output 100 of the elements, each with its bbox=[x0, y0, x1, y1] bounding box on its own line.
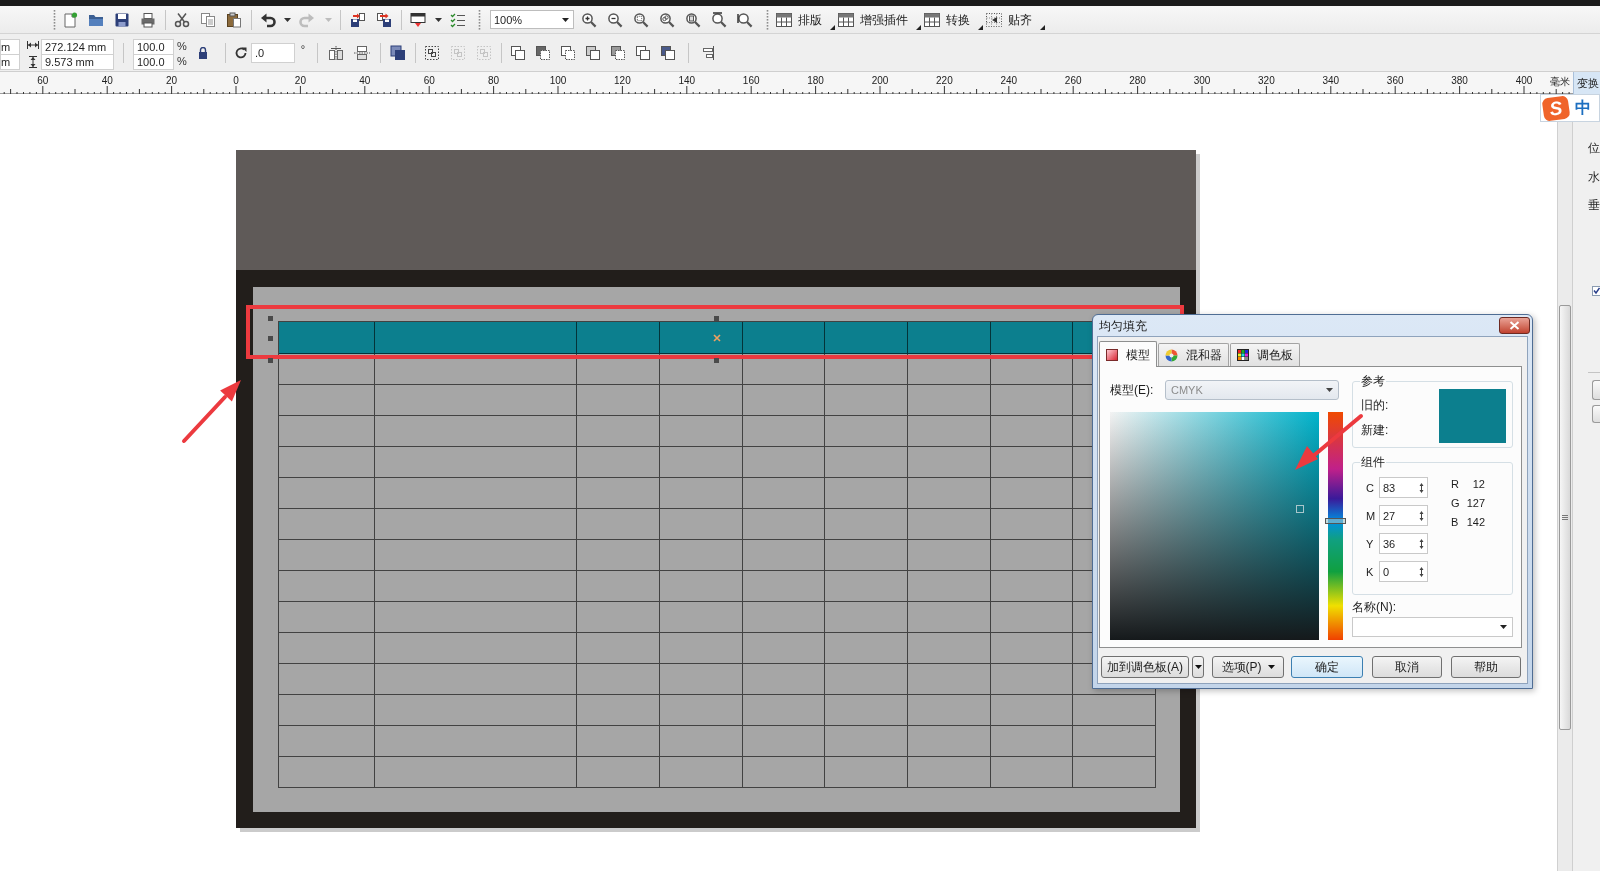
ime-logo: S bbox=[1541, 94, 1571, 122]
magnifier-shapes-icon[interactable] bbox=[659, 11, 675, 28]
scale-field[interactable]: 100.0 bbox=[133, 38, 174, 55]
size-field[interactable]: 272.124 mm bbox=[41, 38, 114, 55]
zoom-level-combo[interactable]: 100% bbox=[490, 10, 574, 29]
ruler-label: 180 bbox=[807, 75, 824, 86]
grip-handle-icon[interactable] bbox=[52, 9, 56, 30]
overlapping-squares-icon[interactable] bbox=[559, 44, 576, 61]
magnifier-dotted-icon[interactable] bbox=[633, 11, 649, 28]
overlapping-squares-icon[interactable] bbox=[534, 44, 551, 61]
flyout-triangle-icon[interactable] bbox=[830, 25, 835, 30]
docker-label: 垂 bbox=[1588, 199, 1600, 211]
old-color-swatch bbox=[1439, 389, 1506, 416]
dialog-button[interactable]: 取消 bbox=[1372, 656, 1442, 678]
selection-handle[interactable] bbox=[714, 358, 719, 363]
scrollbar-thumb[interactable] bbox=[1559, 305, 1571, 730]
caret-icon[interactable] bbox=[434, 17, 442, 22]
split-arrow-button[interactable] bbox=[1192, 656, 1204, 678]
disk-arrow-out-icon[interactable] bbox=[376, 11, 392, 28]
grip-handle-icon[interactable] bbox=[477, 9, 481, 30]
ruler-label: 260 bbox=[1064, 75, 1082, 86]
unit-label: % bbox=[177, 54, 187, 69]
new-page-icon[interactable] bbox=[62, 11, 78, 28]
selection-handle[interactable] bbox=[268, 336, 273, 341]
toolbar-menu-button[interactable]: 贴齐 bbox=[986, 12, 1032, 27]
ruler-label: 160 bbox=[742, 75, 760, 86]
overlapping-squares-icon[interactable] bbox=[609, 44, 626, 61]
flip-vertical-icon[interactable] bbox=[354, 44, 370, 61]
overlapping-squares-icon[interactable] bbox=[584, 44, 601, 61]
spinner-icon[interactable] bbox=[1419, 537, 1424, 550]
magnifier-width-icon[interactable] bbox=[711, 11, 727, 28]
align-lines-icon[interactable] bbox=[701, 44, 717, 61]
group-label: 组件 bbox=[1360, 456, 1386, 468]
ruler-label: 240 bbox=[1000, 75, 1018, 86]
ruler-label: 360 bbox=[1386, 75, 1404, 86]
magnifier-height-icon[interactable] bbox=[737, 11, 753, 28]
clipboard-icon[interactable] bbox=[226, 11, 242, 28]
selection-handle[interactable] bbox=[714, 316, 719, 321]
magnifier-minus-icon[interactable] bbox=[607, 11, 623, 28]
dialog-button[interactable]: 确定 bbox=[1291, 656, 1363, 678]
channel-label: M bbox=[1366, 509, 1377, 522]
hue-slider-thumb[interactable] bbox=[1325, 518, 1346, 525]
swatch-label: 新建: bbox=[1361, 424, 1389, 436]
curved-left-arrow-icon[interactable] bbox=[260, 11, 276, 28]
tab[interactable]: 模型 bbox=[1099, 341, 1157, 367]
channel-input[interactable]: 27 bbox=[1379, 505, 1428, 526]
overlapping-squares-icon[interactable] bbox=[659, 44, 676, 61]
caret-icon[interactable] bbox=[283, 17, 291, 22]
hue-slider[interactable] bbox=[1325, 412, 1346, 640]
flyout-triangle-icon[interactable] bbox=[916, 25, 921, 30]
spinner-icon[interactable] bbox=[1419, 509, 1424, 522]
two-pages-icon[interactable] bbox=[200, 11, 216, 28]
ime-status-bar[interactable]: S 中 bbox=[1540, 94, 1600, 122]
vertical-scrollbar[interactable] bbox=[1557, 122, 1572, 871]
toolbar-menu-button[interactable]: 排版 bbox=[776, 12, 822, 27]
checkbox[interactable] bbox=[1592, 286, 1600, 296]
dialog-button[interactable]: 选项(P) bbox=[1212, 656, 1284, 678]
grip-handle-icon[interactable] bbox=[765, 9, 769, 30]
channel-input[interactable]: 36 bbox=[1379, 533, 1428, 554]
dialog-button[interactable]: 帮助 bbox=[1451, 656, 1521, 678]
channel-input[interactable]: 83 bbox=[1379, 477, 1428, 498]
toolbar-menu-button[interactable]: 增强插件 bbox=[838, 12, 908, 27]
ruler-label: 120 bbox=[614, 75, 631, 86]
flyout-triangle-icon[interactable] bbox=[978, 25, 983, 30]
disk-arrow-in-icon[interactable] bbox=[350, 11, 366, 28]
magnifier-page-icon[interactable] bbox=[685, 11, 701, 28]
tab[interactable]: 混和器 bbox=[1158, 343, 1229, 367]
position-field[interactable]: m bbox=[0, 38, 20, 55]
channel-input[interactable]: 0 bbox=[1379, 561, 1428, 582]
toolbar-menu-button[interactable]: 转换 bbox=[924, 12, 970, 27]
ruler-label: 220 bbox=[936, 75, 953, 86]
color-field[interactable] bbox=[1110, 412, 1319, 640]
dashed-squares-icon[interactable] bbox=[424, 44, 440, 61]
picker-marker-icon[interactable] bbox=[1296, 505, 1304, 513]
flyout-triangle-icon[interactable] bbox=[1040, 25, 1045, 30]
selection-handle[interactable] bbox=[268, 316, 273, 321]
printer-icon[interactable] bbox=[140, 11, 156, 28]
selection-handle[interactable] bbox=[268, 358, 273, 363]
docker-tab[interactable]: 变换 bbox=[1573, 72, 1600, 94]
spinner-icon[interactable] bbox=[1419, 481, 1424, 494]
flip-horizontal-icon[interactable] bbox=[328, 44, 344, 61]
grip-lines-icon bbox=[1562, 515, 1568, 520]
scissors-icon[interactable] bbox=[174, 11, 190, 28]
dialog-title: 均匀填充 bbox=[1099, 318, 1147, 333]
rotation-field[interactable]: .0 bbox=[251, 42, 295, 63]
stacked-squares-icon[interactable] bbox=[390, 44, 406, 61]
docker-button[interactable] bbox=[1592, 380, 1600, 400]
magnifier-plus-icon[interactable] bbox=[581, 11, 597, 28]
lock-icon[interactable] bbox=[198, 46, 208, 59]
dialog-button[interactable]: 加到调色板(A) bbox=[1101, 656, 1189, 678]
docker-button[interactable] bbox=[1592, 405, 1600, 423]
overlapping-squares-icon[interactable] bbox=[509, 44, 526, 61]
overlapping-squares-icon[interactable] bbox=[634, 44, 651, 61]
spinner-icon[interactable] bbox=[1419, 565, 1424, 578]
monitor-icon[interactable] bbox=[410, 11, 426, 28]
checklist-icon[interactable] bbox=[450, 11, 466, 28]
ruler-label: 0 bbox=[233, 75, 239, 86]
close-button[interactable] bbox=[1499, 317, 1530, 334]
ime-mode-label[interactable]: 中 bbox=[1575, 100, 1591, 116]
tab[interactable]: 调色板 bbox=[1230, 343, 1300, 367]
